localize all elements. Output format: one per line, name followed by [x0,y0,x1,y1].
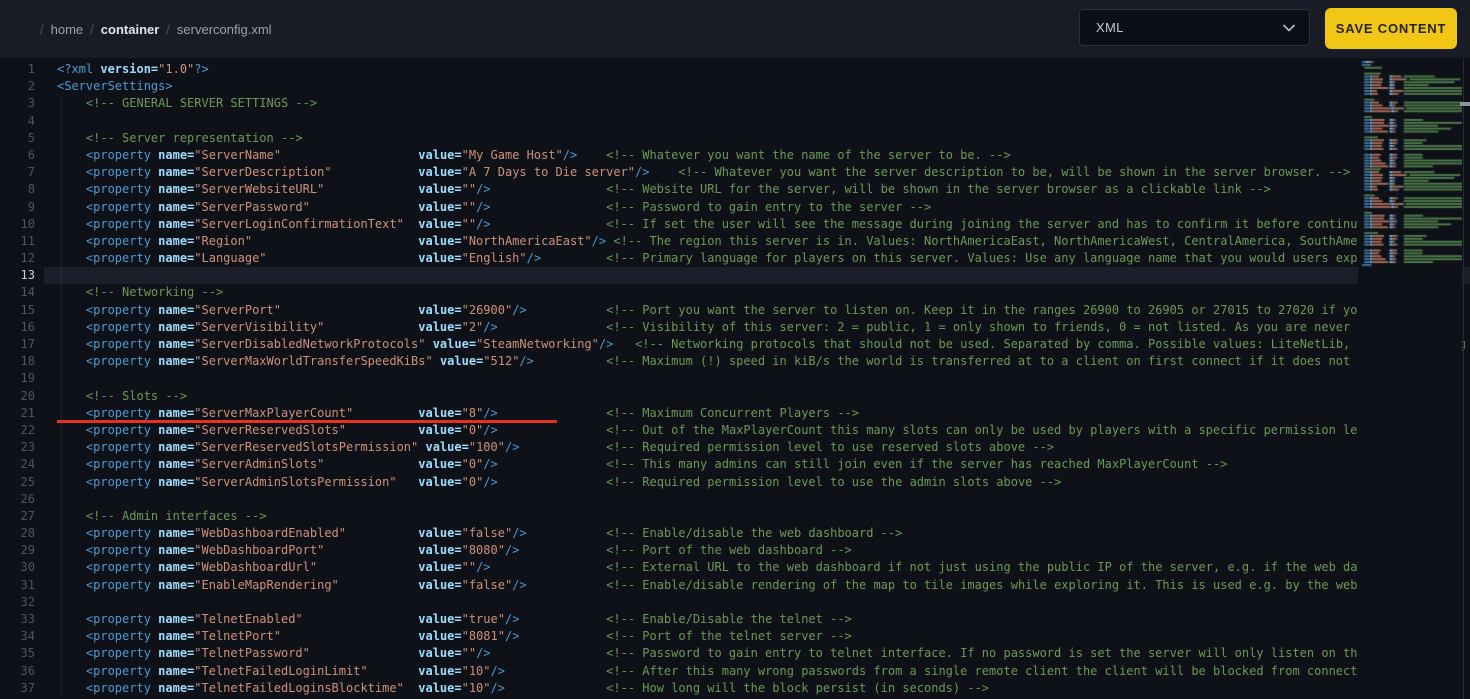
code-line[interactable]: 1 <?xml version="1.0"?> [0,61,1470,78]
code-line[interactable]: 6 <property name="ServerName" value="My … [0,147,1470,164]
breadcrumb: / home / container / serverconfig.xml [40,0,272,58]
code-line[interactable]: 3 <!-- GENERAL SERVER SETTINGS --> [0,95,1470,112]
line-number: 21 [20,405,35,420]
language-select[interactable]: XML [1079,9,1310,46]
code-line[interactable]: 36 <property name="TelnetFailedLoginLimi… [0,663,1470,680]
code-line[interactable]: 9 <property name="ServerPassword" value=… [0,199,1470,216]
code-editor: 1 <?xml version="1.0"?> 2 <ServerSettings> 3… [0,58,1470,699]
code-line[interactable]: 15 <property name="ServerPort" value="26… [0,302,1470,319]
line-number: 12 [20,251,35,266]
code-line[interactable]: 14 <!-- Networking --> [0,284,1470,301]
file-editor-window: / home / container / serverconfig.xml XM… [0,0,1470,699]
line-number: 33 [20,612,35,626]
line-number: 23 [20,440,35,455]
save-content-button[interactable]: SAVE CONTENT [1325,8,1457,49]
code-area[interactable]: 1 <?xml version="1.0"?> 2 <ServerSettings> 3… [0,58,1470,697]
code-line[interactable]: 26 [0,491,1470,508]
breadcrumb-item-home[interactable]: home [51,22,84,37]
line-number: 28 [20,526,35,541]
breadcrumb-item-container[interactable]: container [101,22,160,37]
code-line[interactable]: 7 <property name="ServerDescription" val… [0,164,1470,181]
indent-guide [61,96,62,696]
line-number: 32 [20,594,35,609]
line-number: 6 [27,147,35,162]
line-number: 22 [20,422,35,437]
code-line[interactable]: 25 <property name="ServerAdminSlotsPermi… [0,474,1470,491]
code-line[interactable]: 29 <property name="WebDashboardPort" val… [0,542,1470,559]
line-number: 4 [27,113,35,128]
line-number: 8 [27,182,35,197]
code-line[interactable]: 2 <ServerSettings> [0,78,1470,95]
code-line[interactable]: 31 <property name="EnableMapRendering" v… [0,577,1470,594]
line-number: 7 [27,165,35,180]
top-bar: / home / container / serverconfig.xml XM… [0,0,1470,58]
line-number: 9 [27,199,35,214]
code-line[interactable]: 18 <property name="ServerMaxWorldTransfe… [0,353,1470,370]
overview-ruler-divider [1463,58,1464,699]
code-line[interactable]: 30 <property name="WebDashboardUrl" valu… [0,559,1470,576]
code-line[interactable]: 33 <property name="TelnetEnabled" value=… [0,611,1470,628]
breadcrumb-separator: / [166,21,170,37]
code-line[interactable]: 11 <property name="Region" value="NorthA… [0,233,1470,250]
code-line[interactable]: 22 <property name="ServerReservedSlots" … [0,422,1470,439]
code-line[interactable]: 37 <property name="TelnetFailedLoginsBlo… [0,680,1470,697]
line-number: 1 [27,62,35,76]
chevron-down-icon [1283,24,1295,32]
code-line[interactable]: 8 <property name="ServerWebsiteURL" valu… [0,181,1470,198]
code-line[interactable]: 12 <property name="Language" value="Engl… [0,250,1470,267]
code-line[interactable]: 23 <property name="ServerReservedSlotsPe… [0,439,1470,456]
code-line[interactable]: 16 <property name="ServerVisibility" val… [0,319,1470,336]
line-number: 15 [20,302,35,317]
line-number: 5 [27,130,35,145]
line-number: 35 [20,646,35,661]
minimap[interactable] [1358,58,1462,699]
line-number: 11 [20,233,35,248]
line-number: 29 [20,543,35,558]
code-line[interactable]: 10 <property name="ServerLoginConfirmati… [0,216,1470,233]
line-number: 26 [20,491,35,506]
line-number: 24 [20,457,35,472]
code-line[interactable]: 13 [0,267,1470,285]
line-number: 19 [20,371,35,386]
line-number: 20 [20,388,35,403]
breadcrumb-separator: / [90,21,94,37]
code-line[interactable]: 24 <property name="ServerAdminSlots" val… [0,456,1470,473]
language-select-value: XML [1096,20,1124,35]
line-number: 10 [20,216,35,231]
line-number: 18 [20,354,35,369]
code-line[interactable]: 17 <property name="ServerDisabledNetwork… [0,336,1470,353]
line-number: 30 [20,560,35,575]
line-number: 3 [27,96,35,111]
line-number: 27 [20,508,35,523]
overview-ruler-marker[interactable] [1460,102,1470,106]
line-number: 31 [20,577,35,592]
code-line[interactable]: 19 [0,370,1470,387]
line-number: 25 [20,474,35,489]
line-number: 34 [20,629,35,644]
breadcrumb-item-file: serverconfig.xml [176,21,272,37]
line-number: 16 [20,319,35,334]
code-line[interactable]: 34 <property name="TelnetPort" value="80… [0,628,1470,645]
code-line[interactable]: 35 <property name="TelnetPassword" value… [0,645,1470,662]
line-number: 14 [20,285,35,300]
code-line[interactable]: 20 <!-- Slots --> [0,388,1470,405]
line-number: 13 [20,268,35,283]
breadcrumb-separator: / [40,21,44,37]
code-line[interactable]: 5 <!-- Server representation --> [0,130,1470,147]
line-number: 37 [20,680,35,695]
code-line[interactable]: 27 <!-- Admin interfaces --> [0,508,1470,525]
code-line[interactable]: 32 [0,594,1470,611]
code-line[interactable]: 21 <property name="ServerMaxPlayerCount"… [0,405,1470,423]
code-line[interactable]: 28 <property name="WebDashboardEnabled" … [0,525,1470,542]
line-number: 36 [20,663,35,678]
line-number: 2 [27,79,35,94]
red-underline-annotation [57,419,557,423]
line-number: 17 [20,337,35,351]
code-line[interactable]: 4 [0,113,1470,130]
